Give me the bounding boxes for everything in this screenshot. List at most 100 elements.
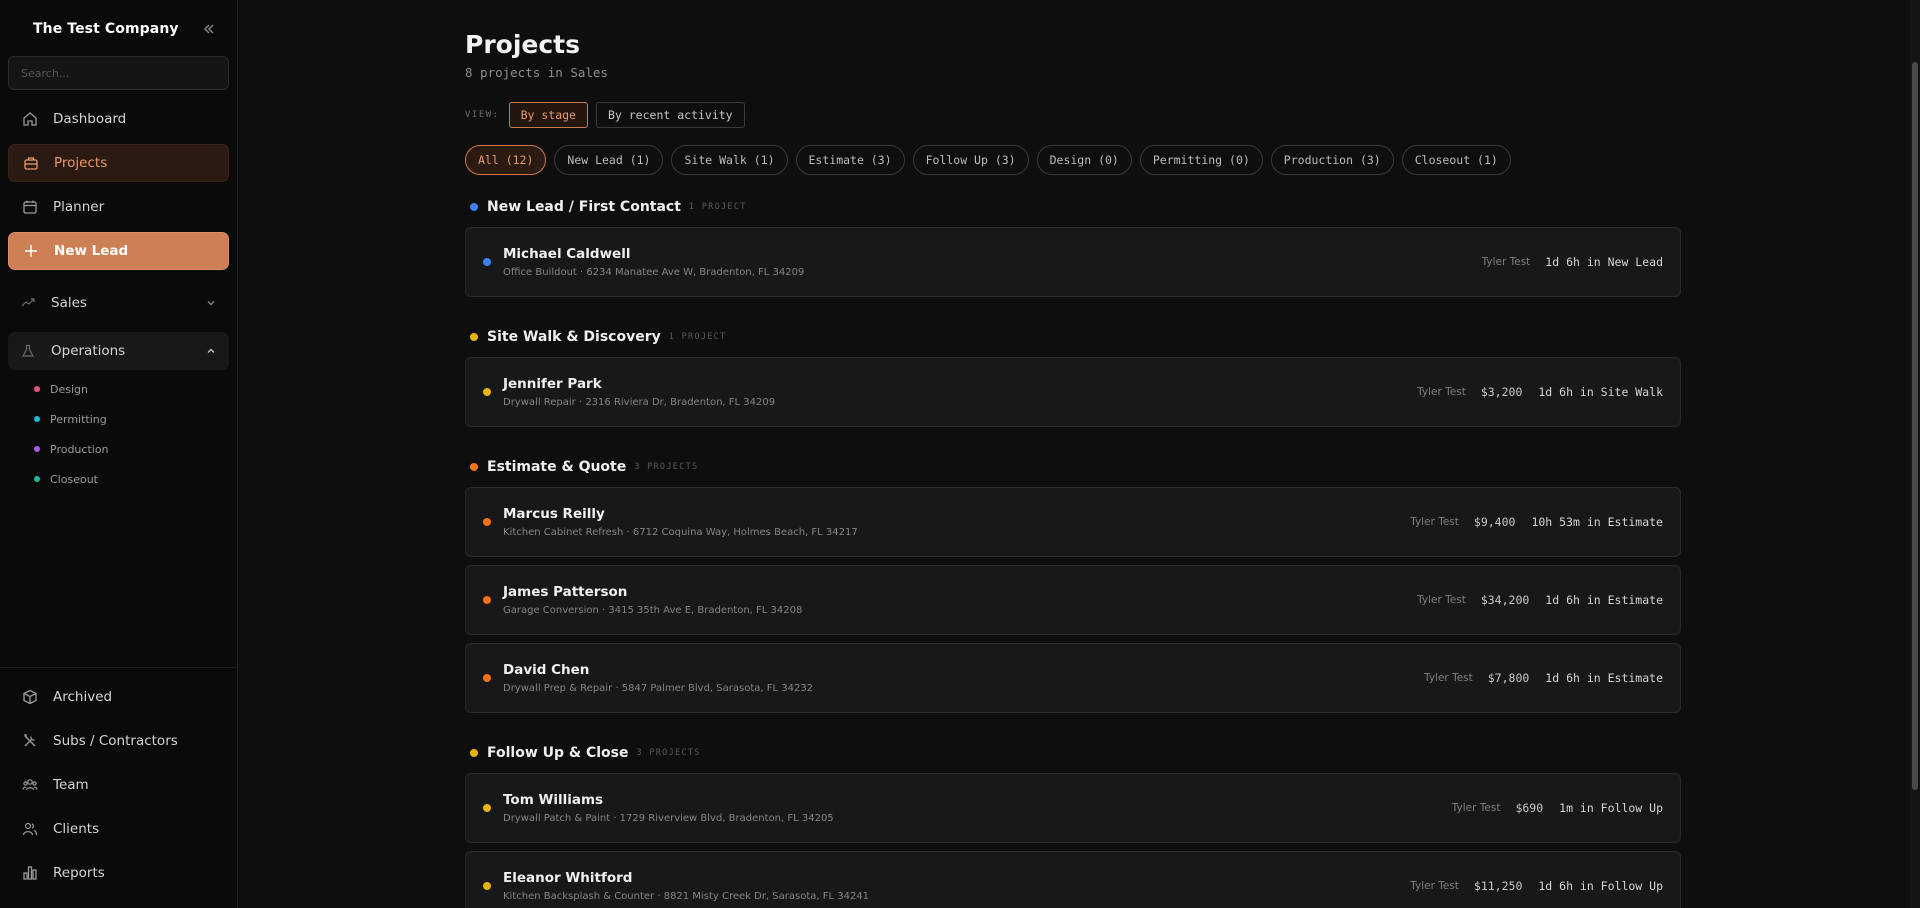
operations-label: Operations <box>51 343 126 359</box>
project-duration: 1d 6h in Estimate <box>1545 593 1663 607</box>
nav-team[interactable]: Team <box>8 766 229 804</box>
project-card[interactable]: James Patterson Garage Conversion · 3415… <box>465 565 1681 635</box>
filter-chip-site-walk[interactable]: Site Walk (1) <box>671 145 788 175</box>
view-by-recent-activity-button[interactable]: By recent activity <box>595 102 745 128</box>
collapse-sidebar-icon[interactable] <box>201 21 217 37</box>
project-card[interactable]: Tom Williams Drywall Patch & Paint · 172… <box>465 773 1681 843</box>
vertical-scrollbar[interactable] <box>1910 0 1920 908</box>
search-box <box>8 56 229 90</box>
sub-item-label: Production <box>50 442 109 456</box>
project-address: Drywall Repair · 2316 Riviera Dr, Braden… <box>503 397 776 408</box>
nav-projects[interactable]: Projects <box>8 144 229 182</box>
production-dot <box>34 446 40 452</box>
stage-follow-up: Follow Up & Close 3 PROJECTS Tom William… <box>465 743 1681 908</box>
project-card[interactable]: Marcus Reilly Kitchen Cabinet Refresh · … <box>465 487 1681 557</box>
project-status-dot <box>483 596 491 604</box>
main-nav: Dashboard Projects Planner New Lead Sale… <box>0 100 237 494</box>
brand-row: The Test Company <box>0 0 237 44</box>
trending-icon <box>21 295 37 311</box>
stage-header: Site Walk & Discovery 1 PROJECT <box>465 327 1681 347</box>
stage-site-walk: Site Walk & Discovery 1 PROJECT Jennifer… <box>465 327 1681 427</box>
project-client-name: Tom Williams <box>503 792 604 808</box>
stage-count: 3 PROJECTS <box>636 748 701 758</box>
nav-dashboard-label: Dashboard <box>53 111 127 127</box>
filter-chip-all[interactable]: All (12) <box>465 145 547 175</box>
box-icon <box>21 688 39 706</box>
project-duration: 1d 6h in Site Walk <box>1538 385 1663 399</box>
filter-chip-design[interactable]: Design (0) <box>1036 145 1132 175</box>
project-card[interactable]: Michael Caldwell Office Buildout · 6234 … <box>465 227 1681 297</box>
projects-page: Projects 8 projects in Sales VIEW: By st… <box>465 0 1681 908</box>
stage-count: 3 PROJECTS <box>634 462 699 472</box>
project-address: Kitchen Backsplash & Counter · 8821 Mist… <box>503 891 870 902</box>
filter-chip-production[interactable]: Production (3) <box>1270 145 1394 175</box>
closeout-dot <box>34 476 40 482</box>
nav-team-label: Team <box>53 777 89 793</box>
search-input[interactable] <box>21 66 228 80</box>
new-lead-button[interactable]: New Lead <box>8 232 229 270</box>
filter-chip-estimate[interactable]: Estimate (3) <box>795 145 905 175</box>
scrollbar-thumb[interactable] <box>1912 62 1918 790</box>
stage-estimate: Estimate & Quote 3 PROJECTS Marcus Reill… <box>465 457 1681 713</box>
project-duration: 1d 6h in Estimate <box>1545 671 1663 685</box>
sub-item-permitting[interactable]: Permitting <box>34 404 229 434</box>
sales-section-toggle[interactable]: Sales <box>8 284 229 322</box>
project-client-name: Marcus Reilly <box>503 506 605 522</box>
team-icon <box>21 776 39 794</box>
sub-item-label: Permitting <box>50 412 107 426</box>
project-owner: Tyler Test <box>1417 386 1466 398</box>
project-duration: 1m in Follow Up <box>1559 801 1663 815</box>
nav-dashboard[interactable]: Dashboard <box>8 100 229 138</box>
stage-title: Site Walk & Discovery <box>487 329 661 345</box>
nav-planner-label: Planner <box>53 199 105 215</box>
chevron-up-icon <box>205 345 217 357</box>
filter-chip-closeout[interactable]: Closeout (1) <box>1401 145 1511 175</box>
stage-count: 1 PROJECT <box>688 202 747 212</box>
sales-label: Sales <box>51 295 87 311</box>
nav-reports[interactable]: Reports <box>8 854 229 892</box>
project-duration: 1d 6h in Follow Up <box>1538 879 1663 893</box>
project-status-dot <box>483 388 491 396</box>
project-owner: Tyler Test <box>1410 880 1459 892</box>
bottom-nav: Archived Subs / Contractors Team Clients… <box>0 667 237 908</box>
filter-chip-new-lead[interactable]: New Lead (1) <box>554 145 664 175</box>
nav-archived[interactable]: Archived <box>8 678 229 716</box>
briefcase-icon <box>22 154 40 172</box>
project-client-name: James Patterson <box>503 584 628 600</box>
chart-icon <box>21 864 39 882</box>
project-address: Drywall Prep & Repair · 5847 Palmer Blvd… <box>503 683 814 694</box>
sub-item-closeout[interactable]: Closeout <box>34 464 229 494</box>
project-address: Kitchen Cabinet Refresh · 6712 Coquina W… <box>503 527 858 538</box>
operations-sub-list: Design Permitting Production Closeout <box>8 370 229 494</box>
view-label: VIEW: <box>465 110 500 120</box>
nav-projects-label: Projects <box>54 155 108 171</box>
project-status-dot <box>483 258 491 266</box>
project-card[interactable]: David Chen Drywall Prep & Repair · 5847 … <box>465 643 1681 713</box>
stage-count: 1 PROJECT <box>668 332 727 342</box>
view-by-stage-button[interactable]: By stage <box>508 102 588 128</box>
filter-chip-permitting[interactable]: Permitting (0) <box>1139 145 1263 175</box>
nav-clients[interactable]: Clients <box>8 810 229 848</box>
project-duration: 10h 53m in Estimate <box>1531 515 1663 529</box>
stage-title: New Lead / First Contact <box>487 199 681 215</box>
nav-subs-contractors[interactable]: Subs / Contractors <box>8 722 229 760</box>
calendar-icon <box>21 198 39 216</box>
project-amount: $11,250 <box>1473 879 1523 893</box>
sub-item-label: Design <box>50 382 88 396</box>
sub-item-design[interactable]: Design <box>34 374 229 404</box>
project-card[interactable]: Eleanor Whitford Kitchen Backsplash & Co… <box>465 851 1681 908</box>
project-card[interactable]: Jennifer Park Drywall Repair · 2316 Rivi… <box>465 357 1681 427</box>
sub-item-production[interactable]: Production <box>34 434 229 464</box>
stage-filter-row: All (12) New Lead (1) Site Walk (1) Esti… <box>465 145 1681 175</box>
project-status-dot <box>483 674 491 682</box>
flask-icon <box>21 343 37 359</box>
project-owner: Tyler Test <box>1481 256 1531 268</box>
stage-title: Estimate & Quote <box>487 459 627 475</box>
project-status-dot <box>483 882 491 890</box>
operations-section-toggle[interactable]: Operations <box>8 332 229 370</box>
view-toggle-row: VIEW: By stage By recent activity <box>465 102 1681 128</box>
chevron-down-icon <box>205 297 217 309</box>
nav-planner[interactable]: Planner <box>8 188 229 226</box>
filter-chip-follow-up[interactable]: Follow Up (3) <box>912 145 1029 175</box>
project-address: Drywall Patch & Paint · 1729 Riverview B… <box>503 813 834 824</box>
